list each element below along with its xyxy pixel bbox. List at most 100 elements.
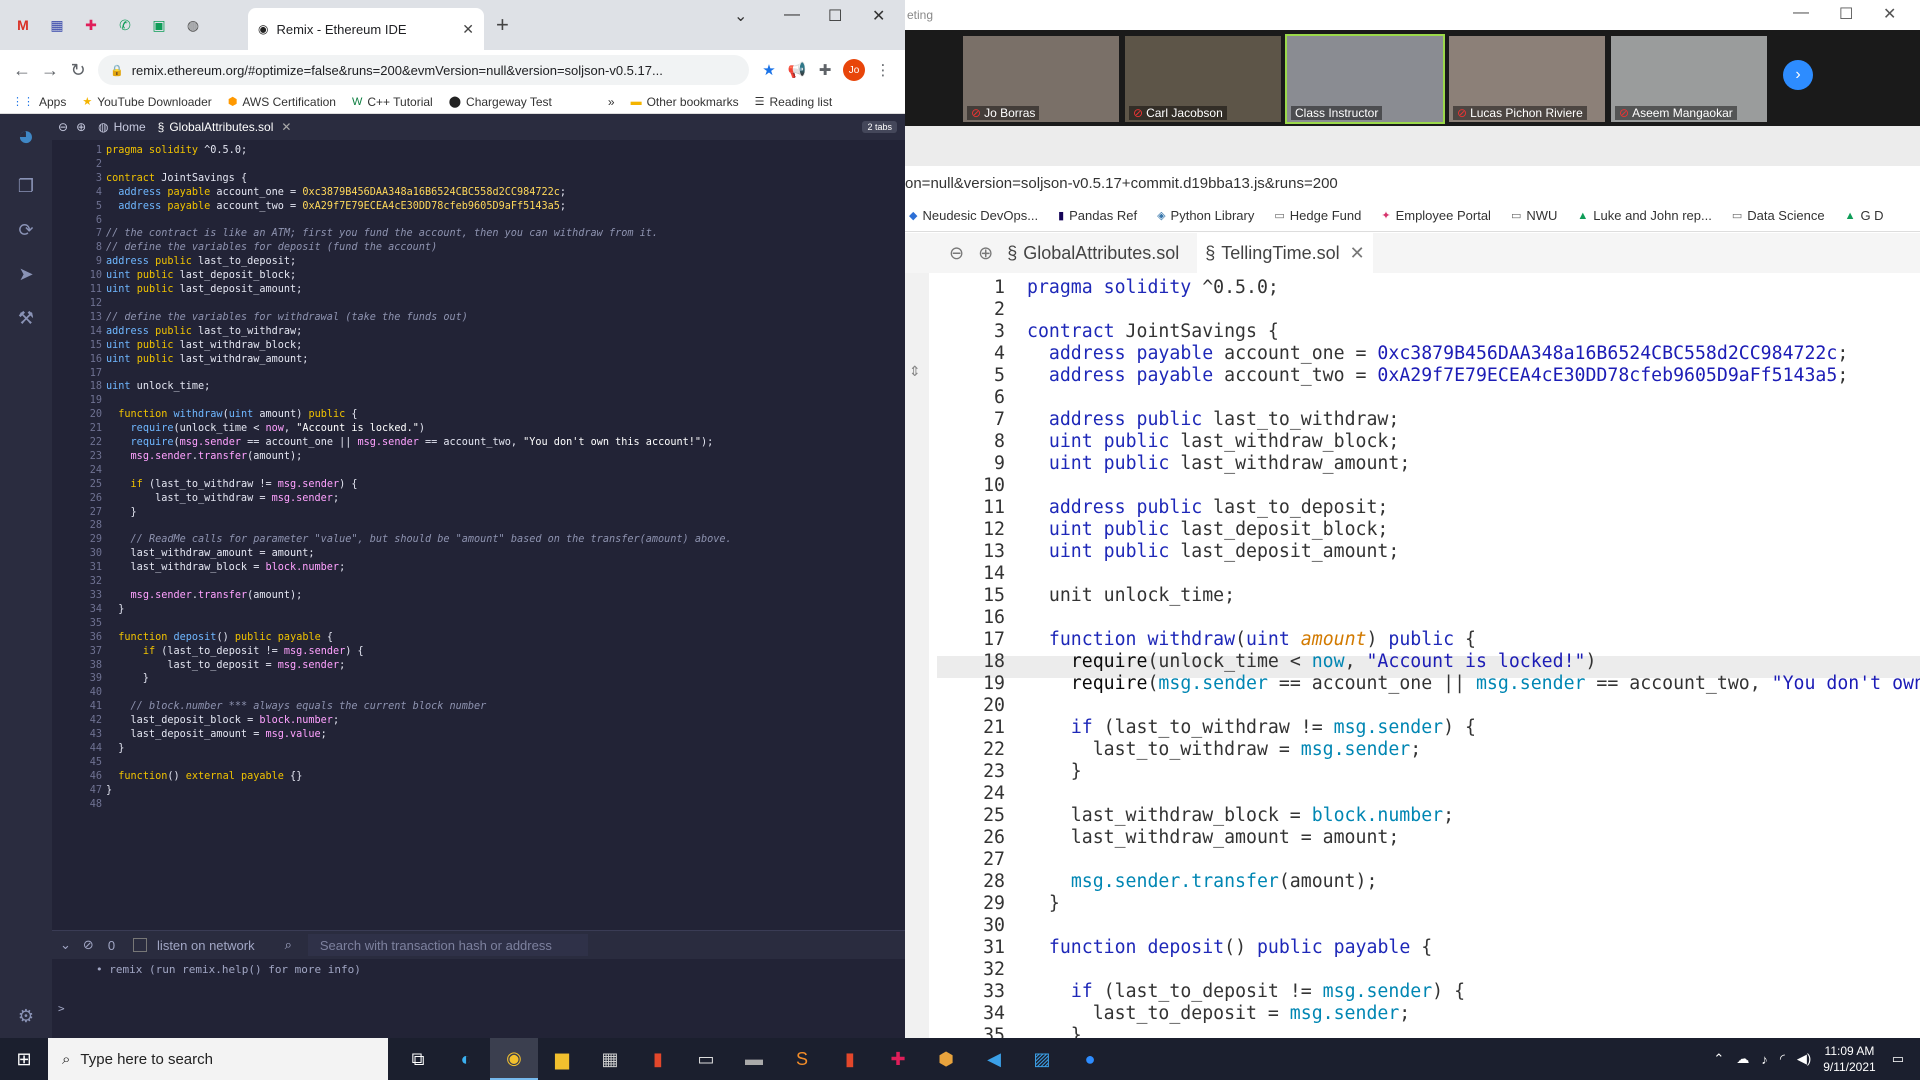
- megaphone-icon[interactable]: 📢: [783, 61, 811, 79]
- reload-icon[interactable]: ↻: [64, 60, 92, 81]
- photos-icon[interactable]: ▨: [1018, 1038, 1066, 1080]
- pandas-icon: ▮: [1058, 210, 1065, 222]
- gmail-icon[interactable]: M: [6, 10, 40, 40]
- solidity-file-icon: §: [157, 120, 165, 134]
- video-tile[interactable]: ⊘ Lucas Pichon Riviere: [1447, 34, 1607, 124]
- zoom-video-gallery: ⊘ Jo Borras ⊘ Carl Jacobson Class Instruct…: [905, 30, 1920, 126]
- slack-icon[interactable]: ✚: [74, 10, 108, 40]
- bookmark-reading-list[interactable]: ☰ Reading list: [755, 95, 833, 109]
- shared-address-bar: on=null&version=soljson-v0.5.17+commit.d…: [905, 166, 1920, 200]
- bookmarks-overflow[interactable]: »: [608, 95, 615, 109]
- new-tab-icon[interactable]: +: [496, 12, 509, 38]
- tab-global-attributes[interactable]: § GlobalAttributes.sol ✕: [158, 120, 292, 134]
- url-text: remix.ethereum.org/#optimize=false&runs=…: [131, 62, 663, 78]
- plugin-manager-icon[interactable]: ⚒: [14, 308, 38, 332]
- remix-terminal: ⌄ ⊘ 0 listen on network ⌕ Search with tr…: [52, 930, 905, 1038]
- notifications-icon[interactable]: ▭: [1892, 1051, 1904, 1067]
- network-icon[interactable]: ◜: [1780, 1051, 1785, 1067]
- tabs-count-badge[interactable]: 2 tabs: [862, 121, 897, 133]
- video-tile[interactable]: ⊘ Carl Jacobson: [1123, 34, 1283, 124]
- bookmark-icon: ★: [82, 96, 93, 108]
- minimize-icon[interactable]: —: [1793, 4, 1809, 22]
- video-tile[interactable]: ⊘ Jo Borras: [961, 34, 1121, 124]
- terminal-prompt[interactable]: >: [58, 1002, 861, 1015]
- calculator-icon[interactable]: ▦: [586, 1038, 634, 1080]
- bookmark-apps[interactable]: ⋮⋮ Apps: [12, 95, 66, 109]
- bookmark-chargeway[interactable]: ⬤ Chargeway Test: [449, 95, 552, 109]
- window-icon[interactable]: ▬: [730, 1038, 778, 1080]
- clear-icon[interactable]: ⊘: [83, 937, 94, 953]
- calendar-icon[interactable]: ▦: [40, 10, 74, 40]
- volume-icon[interactable]: ◀): [1797, 1051, 1811, 1067]
- remix-logo-icon[interactable]: ◕: [8, 120, 44, 156]
- office-alt-icon[interactable]: ▮: [826, 1038, 874, 1080]
- deploy-icon[interactable]: ➤: [14, 264, 38, 288]
- bookmark-aws[interactable]: ⬢ AWS Certification: [228, 95, 336, 109]
- window-close-icon[interactable]: ✕: [1883, 4, 1896, 24]
- bookmark-item: ▭ NWU: [1510, 208, 1558, 223]
- zoom-in-icon[interactable]: ⊕: [76, 120, 86, 134]
- shared-bookmarks-bar: ◆ Neudesic DevOps... ▮ Pandas Ref ◈ Python …: [905, 200, 1920, 232]
- file-explorer-icon[interactable]: ▆: [538, 1038, 586, 1080]
- reading-list-icon: ☰: [754, 96, 765, 108]
- address-bar[interactable]: 🔒 remix.ethereum.org/#optimize=false&run…: [98, 55, 749, 85]
- folder-icon: ▭: [1274, 210, 1285, 222]
- extensions-icon[interactable]: ✚: [811, 61, 839, 79]
- transaction-search-input[interactable]: Search with transaction hash or address: [307, 934, 588, 956]
- listen-network-checkbox[interactable]: [133, 938, 148, 952]
- bookmark-other[interactable]: ▬ Other bookmarks: [631, 95, 739, 109]
- code-editor[interactable]: 1 2 3 4 5 6 7 8 9 10 11 12 13 14 15 16 1…: [52, 140, 905, 930]
- taskbar-search[interactable]: ⌕ Type here to search: [48, 1038, 388, 1080]
- zoom-out-icon[interactable]: ⊖: [58, 120, 68, 134]
- back-icon[interactable]: ←: [8, 60, 36, 81]
- clock-time: 11:09 AM: [1824, 1044, 1875, 1058]
- microphone-icon[interactable]: ♪: [1761, 1052, 1768, 1067]
- close-icon[interactable]: ✕: [281, 120, 291, 134]
- line-numbers: 1 2 3 4 5 6 7 8 9 10 11 12 13 14 15 16 1…: [89, 145, 102, 810]
- forward-icon[interactable]: →: [36, 60, 64, 81]
- slack-icon[interactable]: ✚: [874, 1038, 922, 1080]
- phone-icon[interactable]: ✆: [108, 10, 142, 40]
- tab-search-icon[interactable]: ⌄: [734, 6, 747, 26]
- compiler-icon[interactable]: ⟳: [14, 220, 38, 244]
- next-page-icon[interactable]: ›: [1783, 60, 1813, 90]
- tray-overflow-icon[interactable]: ⌃: [1713, 1051, 1724, 1067]
- start-menu-icon[interactable]: ⊞: [0, 1038, 48, 1080]
- task-view-icon[interactable]: ⧉: [394, 1038, 442, 1080]
- globe-icon[interactable]: ◍: [176, 10, 210, 40]
- video-tile-active-speaker[interactable]: Class Instructor: [1285, 34, 1445, 124]
- edge-icon[interactable]: ◐: [442, 1038, 490, 1080]
- zoom-in-icon: ⊕: [978, 242, 994, 263]
- collapse-terminal-icon[interactable]: ⌄: [60, 937, 71, 953]
- close-icon[interactable]: ✕: [462, 21, 474, 38]
- file-explorer-icon[interactable]: ❐: [14, 176, 38, 200]
- onedrive-icon[interactable]: ☁: [1736, 1051, 1749, 1067]
- bookmark-cpp[interactable]: W C++ Tutorial: [352, 95, 433, 109]
- maximize-icon[interactable]: ☐: [828, 6, 842, 26]
- sublime-icon[interactable]: S: [778, 1038, 826, 1080]
- clock[interactable]: 11:09 AM 9/11/2021: [1823, 1043, 1876, 1075]
- sheets-icon[interactable]: ▣: [142, 10, 176, 40]
- left-browser-window: M ▦ ✚ ✆ ▣ ◍ ◉ Remix - Ethereum IDE ✕ + ⌄…: [0, 0, 905, 1038]
- minimize-icon[interactable]: —: [784, 6, 800, 24]
- bookmark-youtube-downloader[interactable]: ★ YouTube Downloader: [82, 95, 211, 109]
- zoom-icon[interactable]: ●: [1066, 1038, 1114, 1080]
- w3-icon: W: [351, 95, 363, 108]
- package-icon[interactable]: ⬢: [922, 1038, 970, 1080]
- vscode-icon[interactable]: ◀: [970, 1038, 1018, 1080]
- office-icon[interactable]: ▮: [634, 1038, 682, 1080]
- tab-telling-time: § TellingTime.sol ✕: [1197, 233, 1373, 273]
- profile-avatar[interactable]: Jo: [843, 59, 865, 81]
- terminal-icon[interactable]: ▭: [682, 1038, 730, 1080]
- bookmark-item: ▲ G D: [1844, 208, 1884, 223]
- settings-gear-icon[interactable]: ⚙: [14, 1006, 38, 1030]
- maximize-icon[interactable]: ☐: [1839, 4, 1853, 24]
- tab-home[interactable]: ◍ Home: [98, 120, 146, 134]
- tab-remix[interactable]: ◉ Remix - Ethereum IDE ✕: [248, 8, 484, 50]
- video-tile[interactable]: ⊘ Aseem Mangaokar: [1609, 34, 1769, 124]
- drive-icon: ▲: [1844, 209, 1856, 222]
- bookmark-star-icon[interactable]: ★: [755, 61, 783, 79]
- chrome-icon[interactable]: ◉: [490, 1038, 538, 1080]
- window-close-icon[interactable]: ✕: [872, 6, 885, 26]
- menu-icon[interactable]: ⋮: [869, 61, 897, 79]
